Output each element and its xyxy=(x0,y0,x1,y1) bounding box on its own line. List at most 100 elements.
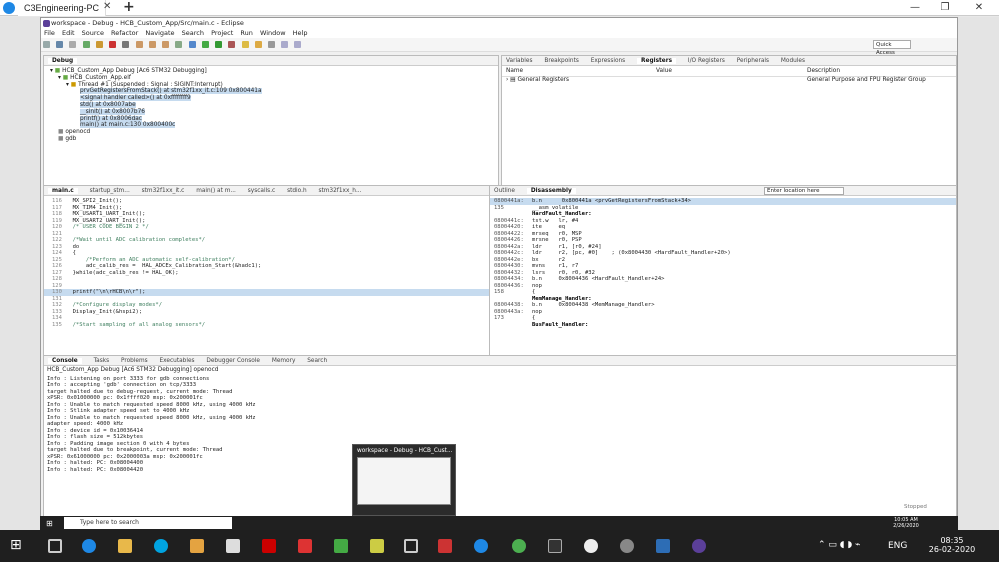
stack-frame[interactable]: std() at 0x8007abe xyxy=(44,101,498,109)
tab-problems[interactable]: Problems xyxy=(121,358,148,364)
tab-console[interactable]: Console xyxy=(48,358,82,364)
close-tab-icon[interactable]: ✕ xyxy=(103,1,111,12)
tab-executables[interactable]: Executables xyxy=(160,358,195,364)
chrome-icon[interactable] xyxy=(512,539,526,553)
stack-frame[interactable]: prvGetRegistersFromStack() at stm32f1xx_… xyxy=(44,88,498,95)
col-value[interactable]: Value xyxy=(656,68,672,75)
resume-icon[interactable] xyxy=(82,41,90,48)
disassembly-area[interactable]: 0800441a: b.n 0x800441a <prvGetRegistersF… xyxy=(490,196,956,328)
tab-search[interactable]: Search xyxy=(307,358,327,364)
app-icon[interactable] xyxy=(298,539,312,553)
stm32cubemx-icon[interactable] xyxy=(656,539,670,553)
edge-icon[interactable] xyxy=(82,539,96,553)
menu-edit[interactable]: Edit xyxy=(62,29,75,37)
tab-stdio-h[interactable]: stdio.h xyxy=(287,188,307,194)
forward-icon[interactable] xyxy=(294,41,302,48)
minimize-button[interactable]: — xyxy=(902,0,928,16)
tab-disassembly[interactable]: Disassembly xyxy=(526,188,576,194)
acrobat-icon[interactable] xyxy=(262,539,276,553)
register-group-row[interactable]: › ▤ General Registers General Purpose an… xyxy=(502,77,956,86)
remote-session-tab[interactable]: C3Engineering-PC xyxy=(18,0,107,16)
app-icon[interactable] xyxy=(370,539,384,553)
menu-source[interactable]: Source xyxy=(82,29,104,37)
menu-project[interactable]: Project xyxy=(211,29,233,37)
task-view-icon[interactable] xyxy=(48,539,62,553)
restore-button[interactable]: ❐ xyxy=(932,0,958,16)
tab-main-at[interactable]: main() at m... xyxy=(196,188,236,194)
tab-expressions[interactable]: Expressions xyxy=(591,58,626,64)
terminal-icon[interactable] xyxy=(548,539,562,553)
menu-navigate[interactable]: Navigate xyxy=(145,29,174,37)
eclipse-taskbar-icon[interactable] xyxy=(692,539,706,553)
menu-search[interactable]: Search xyxy=(182,29,204,37)
tab-registers[interactable]: Registers xyxy=(637,58,677,64)
quick-access-field[interactable]: Quick Access xyxy=(873,40,911,56)
instruction-step-icon[interactable] xyxy=(175,41,183,48)
app-icon[interactable] xyxy=(438,539,452,553)
tab-modules[interactable]: Modules xyxy=(781,58,805,64)
stack-frame[interactable]: <signal handler called>() at 0xffffffff9 xyxy=(44,95,498,102)
stack-frame[interactable]: printf() at 0x8006dac xyxy=(44,115,498,123)
tab-debug[interactable]: Debug xyxy=(48,58,78,64)
tab-stm32f1xx-it[interactable]: stm32f1xx_it.c xyxy=(142,188,185,194)
app-icon[interactable] xyxy=(190,539,204,553)
suspend-icon[interactable] xyxy=(95,41,103,48)
skype-icon[interactable] xyxy=(154,539,168,553)
disconnect-icon[interactable] xyxy=(122,41,130,48)
tree-openocd[interactable]: ■ openocd xyxy=(44,129,498,136)
stack-frame[interactable]: __sinit() at 0x8007b76 xyxy=(44,108,498,116)
tab-outline[interactable]: Outline xyxy=(494,188,515,194)
add-tab-icon[interactable]: + xyxy=(123,0,135,15)
tree-thread[interactable]: ▾ ■ Thread #1 (Suspended : Signal : SIGI… xyxy=(44,82,498,89)
location-input[interactable]: Enter location here xyxy=(764,187,844,195)
menu-help[interactable]: Help xyxy=(293,29,308,37)
tab-main-c[interactable]: main.c xyxy=(48,188,78,194)
debug-icon[interactable] xyxy=(201,41,209,48)
print-icon[interactable] xyxy=(69,41,77,48)
windows-start-icon[interactable]: ⊞ xyxy=(46,519,53,528)
tab-startup[interactable]: startup_stm... xyxy=(90,188,130,194)
tab-syscalls[interactable]: syscalls.c xyxy=(248,188,275,194)
menu-window[interactable]: Window xyxy=(260,29,286,37)
menu-run[interactable]: Run xyxy=(240,29,252,37)
open-folder-icon[interactable] xyxy=(241,41,249,48)
clock[interactable]: 08:35 26-02-2020 xyxy=(928,536,976,554)
tree-launch[interactable]: ▾ ■ HCB_Custom_App Debug [Ac6 STM32 Debu… xyxy=(44,68,498,75)
taskbar-thumbnail[interactable]: workspace - Debug - HCB_Cust... xyxy=(352,444,456,516)
file-explorer-icon[interactable] xyxy=(118,539,132,553)
step-into-icon[interactable] xyxy=(135,41,143,48)
step-over-icon[interactable] xyxy=(148,41,156,48)
tab-breakpoints[interactable]: Breakpoints xyxy=(544,58,579,64)
tab-stm32f1xx-h[interactable]: stm32f1xx_h... xyxy=(318,188,361,194)
tab-variables[interactable]: Variables xyxy=(506,58,533,64)
terminate-icon[interactable] xyxy=(109,41,117,48)
annotation-icon[interactable] xyxy=(267,41,275,48)
close-window-button[interactable]: ✕ xyxy=(966,0,992,16)
tab-memory[interactable]: Memory xyxy=(272,358,296,364)
code-area[interactable]: 116 MX_SPI2_Init(); 117 MX_TIM4_Init(); 11… xyxy=(44,196,518,328)
windows-start-icon[interactable]: ⊞ xyxy=(10,537,22,553)
remote-search-box[interactable]: Type here to search xyxy=(64,517,232,529)
notepad-icon[interactable] xyxy=(226,539,240,553)
col-name[interactable]: Name xyxy=(506,68,523,75)
run-icon[interactable] xyxy=(215,41,223,48)
build-icon[interactable] xyxy=(188,41,196,48)
menu-refactor[interactable]: Refactor xyxy=(111,29,138,37)
tree-elf[interactable]: ▾ ■ HCB_Custom_App.elf xyxy=(44,75,498,82)
teamviewer-icon[interactable] xyxy=(474,539,488,553)
col-description[interactable]: Description xyxy=(807,68,840,75)
new-icon[interactable] xyxy=(43,41,50,48)
app-icon[interactable] xyxy=(584,539,598,553)
tab-tasks[interactable]: Tasks xyxy=(94,358,110,364)
app-icon[interactable] xyxy=(334,539,348,553)
external-tools-icon[interactable] xyxy=(228,41,236,48)
tab-io-registers[interactable]: I/O Registers xyxy=(688,58,725,64)
back-icon[interactable] xyxy=(281,41,289,48)
tree-gdb[interactable]: ■ gdb xyxy=(44,136,498,143)
search-icon[interactable] xyxy=(254,41,262,48)
menu-file[interactable]: File xyxy=(44,29,55,37)
tab-peripherals[interactable]: Peripherals xyxy=(737,58,769,64)
tab-debugger-console[interactable]: Debugger Console xyxy=(206,358,260,364)
calculator-icon[interactable] xyxy=(404,539,418,553)
app-icon[interactable] xyxy=(620,539,634,553)
